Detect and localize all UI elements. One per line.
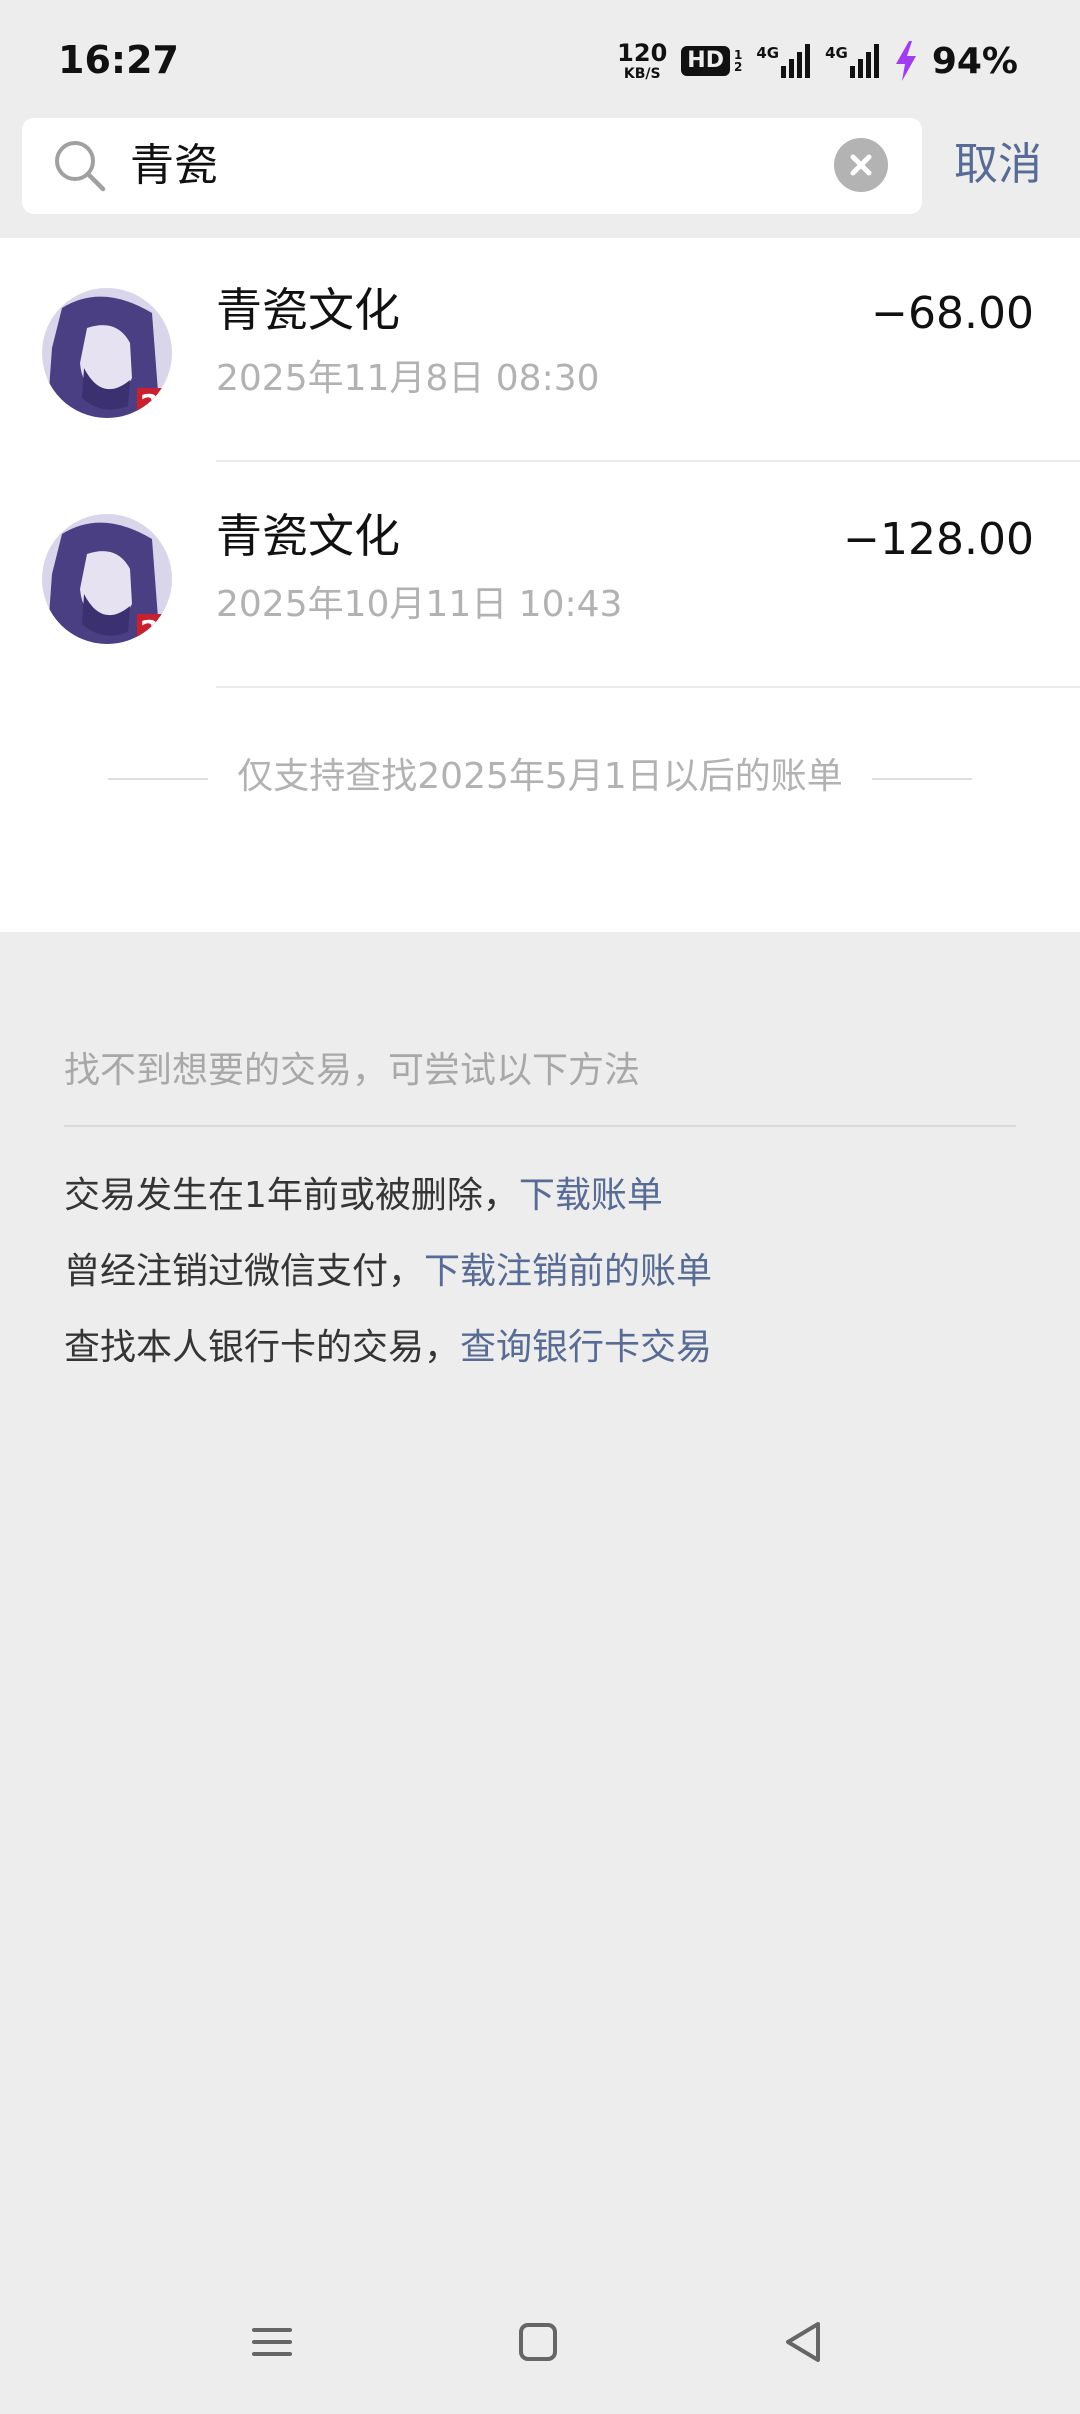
transaction-amount: −128.00 — [843, 514, 1034, 565]
status-time: 16:27 — [58, 38, 179, 82]
merchant-avatar: 2 — [42, 288, 172, 418]
help-text: 曾经注销过微信支付， — [64, 1251, 425, 1292]
date-range-notice: 仅支持查找2025年5月1日以后的账单 — [237, 756, 843, 797]
cancel-button[interactable]: 取消 — [954, 130, 1042, 200]
status-icons: 120 KB/S HD 1 2 4G 4G 94% — [617, 36, 1018, 86]
search-box[interactable]: 青瓷 — [22, 118, 922, 214]
menu-icon[interactable] — [242, 2312, 302, 2372]
row-divider — [216, 460, 1080, 462]
svg-text:2: 2 — [140, 388, 159, 418]
help-text: 交易发生在1年前或被删除， — [64, 1175, 519, 1216]
transaction-row[interactable]: 2 青瓷文化 2025年11月8日 08:30 −68.00 — [0, 238, 1080, 464]
search-icon — [55, 141, 106, 192]
svg-text:2: 2 — [140, 614, 159, 644]
transaction-date: 2025年10月11日 10:43 — [216, 584, 623, 625]
search-input[interactable]: 青瓷 — [130, 134, 218, 198]
transaction-amount: −68.00 — [871, 288, 1034, 339]
merchant-name: 青瓷文化 — [216, 283, 400, 337]
help-line-bank: 查找本人银行卡的交易，查询银行卡交易 — [64, 1320, 712, 1376]
transaction-date: 2025年11月8日 08:30 — [216, 358, 600, 399]
network-type-1: 4G — [756, 44, 780, 62]
clear-icon — [850, 154, 872, 176]
search-results: 2 青瓷文化 2025年11月8日 08:30 −68.00 2 青瓷文化 20… — [0, 238, 1080, 932]
bank-card-transaction-link[interactable]: 查询银行卡交易 — [460, 1327, 712, 1368]
merchant-name: 青瓷文化 — [216, 509, 400, 563]
network-type-2: 4G — [825, 44, 848, 62]
system-nav-bar — [0, 2290, 1080, 2414]
help-title: 找不到想要的交易，可尝试以下方法 — [64, 1050, 641, 1091]
back-icon[interactable] — [774, 2312, 834, 2372]
avatar-image: 2 — [42, 288, 172, 418]
transaction-row[interactable]: 2 青瓷文化 2025年10月11日 10:43 −128.00 — [0, 464, 1080, 690]
signal-2: 4G — [825, 44, 880, 78]
charging-icon — [895, 41, 916, 81]
hd-badge: HD — [681, 46, 730, 76]
clear-search-button[interactable] — [834, 138, 888, 192]
home-icon[interactable] — [508, 2312, 568, 2372]
download-cancelled-bill-link[interactable]: 下载注销前的账单 — [424, 1251, 712, 1292]
row-divider — [216, 686, 1080, 688]
network-speed: 120 KB/S — [617, 41, 667, 81]
signal-bars-icon — [781, 44, 811, 78]
hd-sub-bottom: 2 — [733, 60, 743, 74]
help-text: 查找本人银行卡的交易， — [64, 1327, 461, 1368]
status-bar: 16:27 120 KB/S HD 1 2 4G 4G 94% — [0, 0, 1080, 118]
help-line-download: 交易发生在1年前或被删除，下载账单 — [64, 1168, 663, 1224]
battery-percentage: 94% — [931, 40, 1018, 82]
avatar-image: 2 — [42, 514, 172, 644]
merchant-avatar: 2 — [42, 514, 172, 644]
help-line-cancelled: 曾经注销过微信支付，下载注销前的账单 — [64, 1244, 712, 1300]
network-speed-value: 120 — [617, 39, 668, 67]
help-divider — [64, 1125, 1016, 1127]
signal-bars-icon — [849, 44, 879, 78]
signal-1: 4G — [756, 44, 811, 78]
hd-sub: 1 2 — [734, 49, 742, 73]
notice-divider-right — [872, 778, 972, 780]
download-bill-link[interactable]: 下载账单 — [519, 1175, 663, 1216]
network-speed-unit: KB/S — [623, 66, 661, 82]
